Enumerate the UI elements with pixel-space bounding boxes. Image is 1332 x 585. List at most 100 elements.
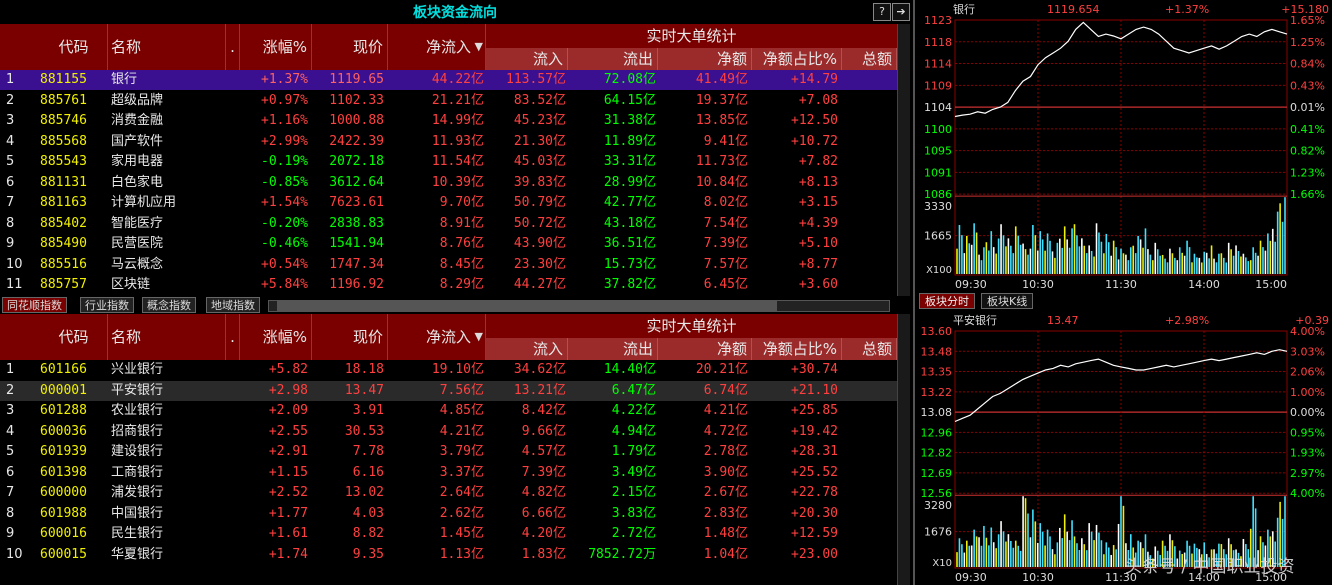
x-tick-label: 11:30	[1105, 278, 1137, 291]
row-net: 10.84亿	[695, 174, 748, 190]
sector-row[interactable]: 11 885757 区块链 +5.84% 1196.92 8.29亿 44.27亿 37.82…	[0, 275, 897, 295]
row-net-ratio: +19.42	[791, 423, 838, 439]
y-right-label: 1.93%	[1290, 447, 1325, 460]
chart-price: 1119.654	[1047, 3, 1100, 16]
sector-row[interactable]: 10 885516 马云概念 +0.54% 1747.34 8.45亿 23.30亿 15.7…	[0, 255, 897, 275]
header-inflow[interactable]: 流入	[486, 338, 568, 360]
sector-table-scrollbar[interactable]	[897, 24, 910, 296]
header-netin[interactable]: 净流入 ▼	[388, 314, 486, 360]
header-dot[interactable]: .	[226, 314, 240, 360]
pin-icon[interactable]: ➔	[892, 3, 910, 21]
row-code: 885490	[40, 236, 87, 251]
sector-row[interactable]: 9 885490 民营医院 -0.46% 1541.94 8.76亿 43.90亿 36.51…	[0, 234, 897, 254]
row-name: 华夏银行	[111, 546, 164, 562]
sector-row[interactable]: 1 881155 银行 +1.37% 1119.65 44.22亿 113.57亿 72.08…	[0, 70, 897, 90]
header-code[interactable]: 代码	[0, 24, 108, 70]
stock-table-header: 代码 名称. 涨幅% 现价 净流入 ▼ 实时大单统计 流入 流出 净额 净额占比% 总额	[0, 314, 897, 360]
row-code: 881163	[40, 195, 87, 210]
stock-row[interactable]: 6 601398 工商银行 +1.15 6.16 3.37亿 7.39亿 3.49亿 3.90亿…	[0, 463, 897, 483]
header-change[interactable]: 涨幅%	[240, 24, 312, 70]
horizontal-scrollbar[interactable]	[268, 300, 890, 312]
header-netratio[interactable]: 净额占比%	[752, 48, 842, 70]
stock-row[interactable]: 5 601939 建设银行 +2.91 7.78 3.79亿 4.57亿 1.79亿 2.78亿…	[0, 442, 897, 462]
sector-row[interactable]: 8 885402 智能医疗 -0.20% 2838.83 8.91亿 50.72亿 43.18…	[0, 214, 897, 234]
row-change: +2.09	[268, 403, 308, 418]
header-name[interactable]: 名称	[108, 24, 226, 70]
y-right-label: 4.00%	[1290, 487, 1325, 500]
y-left-label: 13.48	[921, 345, 953, 358]
tab-sector-intraday[interactable]: 板块分时	[919, 293, 975, 309]
stock-row[interactable]: 8 601988 中国银行 +1.77 4.03 2.62亿 6.66亿 3.83亿 2.83亿…	[0, 504, 897, 524]
header-net[interactable]: 净额	[658, 338, 752, 360]
sector-row[interactable]: 3 885746 消费金融 +1.16% 1000.88 14.99亿 45.23亿 31.3…	[0, 111, 897, 131]
header-change[interactable]: 涨幅%	[240, 314, 312, 360]
volume-label-mid: 1676	[924, 526, 952, 539]
sector-row[interactable]: 7 881163 计算机应用 +1.54% 7623.61 9.70亿 50.79亿 42.7…	[0, 193, 897, 213]
row-outflow: 2.15亿	[611, 485, 656, 500]
help-button[interactable]: ?	[873, 3, 891, 21]
tab-sector-kline[interactable]: 板块K线	[981, 293, 1034, 309]
row-inflow: 34.62亿	[513, 362, 566, 377]
row-name: 农业银行	[111, 403, 164, 418]
row-change: -0.85%	[261, 174, 308, 190]
y-left-label: 1109	[924, 79, 952, 92]
header-total[interactable]: 总额	[842, 48, 897, 70]
x-tick-label: 14:00	[1188, 278, 1220, 291]
tab-industry-index[interactable]: 行业指数	[80, 297, 134, 313]
tab-region-index[interactable]: 地域指数	[206, 297, 260, 313]
row-net-ratio: +25.85	[791, 403, 838, 418]
sector-row[interactable]: 4 885568 国产软件 +2.99% 2422.39 11.93亿 21.30亿 11.8…	[0, 132, 897, 152]
row-net-ratio: +12.59	[791, 526, 838, 541]
row-number: 10	[6, 256, 23, 272]
header-total[interactable]: 总额	[842, 338, 897, 360]
sector-row[interactable]: 2 885761 超级品牌 +0.97% 1102.33 21.21亿 83.52亿 64.1…	[0, 91, 897, 111]
tab-concept-index[interactable]: 概念指数	[142, 297, 196, 313]
header-price[interactable]: 现价	[312, 24, 388, 70]
stock-row[interactable]: 9 600016 民生银行 +1.61 8.82 1.45亿 4.20亿 2.72亿 1.48亿…	[0, 524, 897, 544]
header-dot[interactable]: .	[226, 24, 240, 70]
row-net-ratio: +25.52	[791, 464, 838, 480]
stock-row[interactable]: 3 601288 农业银行 +2.09 3.91 4.85亿 8.42亿 4.22亿 4.21亿…	[0, 401, 897, 421]
sector-row[interactable]: 6 881131 白色家电 -0.85% 3612.64 10.39亿 39.83亿 28.9…	[0, 173, 897, 193]
row-inflow: 83.52亿	[513, 92, 566, 108]
scrollbar-thumb[interactable]	[277, 301, 777, 311]
tab-ths-index[interactable]: 同花顺指数	[2, 297, 67, 313]
stock-row[interactable]: 4 600036 招商银行 +2.55 30.53 4.21亿 9.66亿 4.94亿 4.72…	[0, 422, 897, 442]
header-inflow[interactable]: 流入	[486, 48, 568, 70]
row-name: 区块链	[111, 277, 151, 292]
row-change: +2.55	[268, 423, 308, 439]
sector-row[interactable]: 5 885543 家用电器 -0.19% 2072.18 11.54亿 45.03亿 33.3…	[0, 152, 897, 172]
header-name[interactable]: 名称	[108, 314, 226, 360]
stock-row[interactable]: 2 000001 平安银行 +2.98 13.47 7.56亿 13.21亿 6.47亿 6.7…	[0, 380, 897, 401]
row-net-inflow: 3.79亿	[439, 444, 484, 459]
row-change: +1.37%	[261, 72, 308, 87]
volume-label-max: 3330	[924, 200, 952, 213]
row-change: +2.99%	[261, 133, 308, 149]
row-net: 2.78亿	[703, 444, 748, 459]
row-net-inflow: 11.54亿	[431, 154, 484, 169]
sort-down-icon: ▼	[474, 330, 483, 343]
header-outflow[interactable]: 流出	[568, 338, 658, 360]
row-price: 6.16	[352, 464, 384, 480]
stock-row[interactable]: 1 601166 兴业银行 +5.82 18.18 19.10亿 34.62亿 14.40亿 2…	[0, 360, 897, 380]
header-outflow[interactable]: 流出	[568, 48, 658, 70]
row-net: 6.45亿	[703, 277, 748, 292]
row-number: 6	[6, 174, 15, 190]
row-code: 601988	[40, 505, 87, 521]
row-net-inflow: 44.22亿	[431, 72, 484, 87]
row-number: 4	[6, 423, 15, 439]
stock-table-scrollbar[interactable]	[897, 314, 910, 585]
header-net[interactable]: 净额	[658, 48, 752, 70]
row-number: 8	[6, 505, 15, 521]
row-outflow: 31.38亿	[603, 113, 656, 128]
header-netin[interactable]: 净流入 ▼	[388, 24, 486, 70]
stock-row[interactable]: 10 600015 华夏银行 +1.74 9.35 1.13亿 1.83亿 7852.72万 1…	[0, 545, 897, 565]
row-net: 1.04亿	[703, 546, 748, 562]
header-price[interactable]: 现价	[312, 314, 388, 360]
row-net-ratio: +3.60	[798, 277, 838, 292]
row-code: 885516	[40, 256, 87, 272]
stock-row[interactable]: 7 600000 浦发银行 +2.52 13.02 2.64亿 4.82亿 2.15亿 2.67…	[0, 483, 897, 503]
header-netratio[interactable]: 净额占比%	[752, 338, 842, 360]
header-code[interactable]: 代码	[0, 314, 108, 360]
header-big-order: 实时大单统计	[646, 27, 737, 45]
